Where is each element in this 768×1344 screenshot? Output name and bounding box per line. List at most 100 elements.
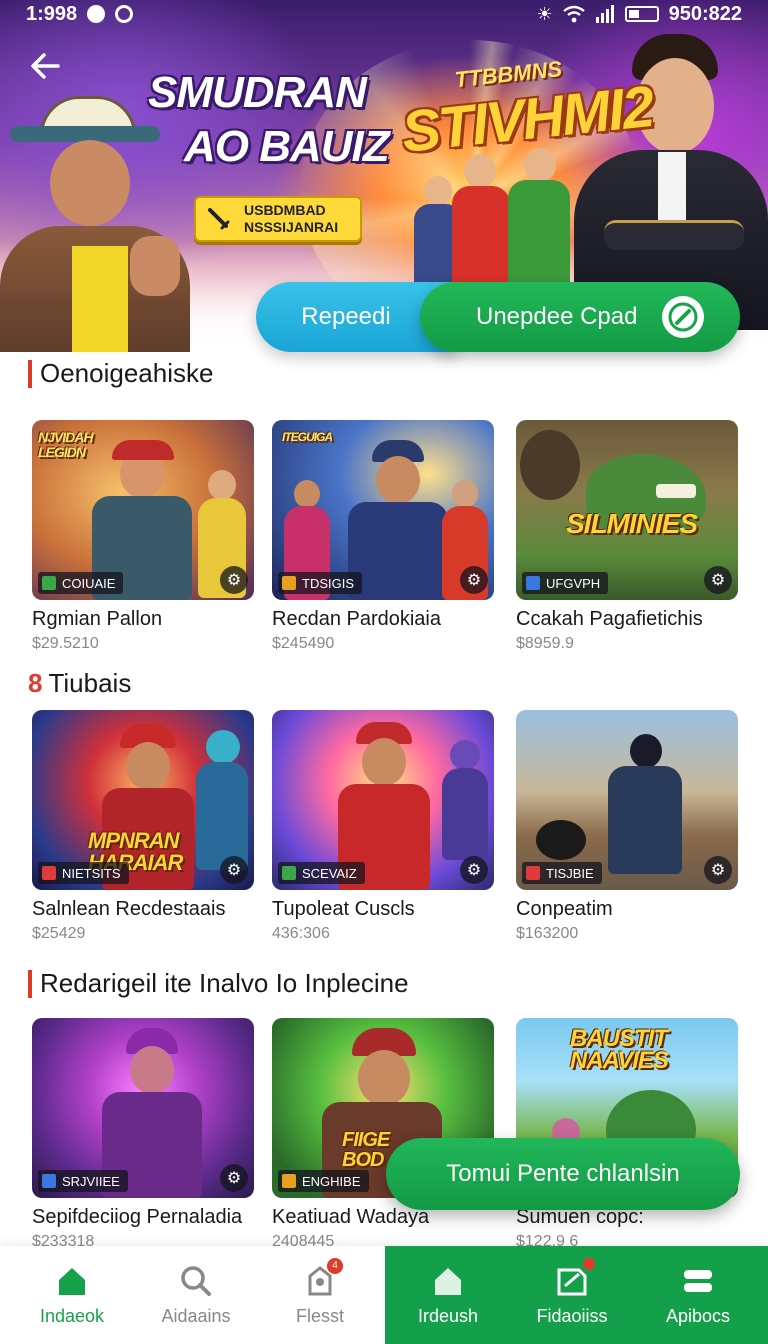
badge-icon	[42, 866, 56, 880]
game-badge: UFGVPH	[522, 572, 609, 594]
nav-item-search[interactable]: Aidaains	[134, 1246, 258, 1344]
game-price: $163200	[516, 925, 579, 942]
notification-badge	[583, 1257, 595, 1270]
game-title: Recdan Pardokiaia	[272, 608, 441, 630]
battery-icon	[624, 6, 659, 22]
hero-cta-group: Repeedi Unepdee Cpad	[256, 282, 740, 352]
nav-label: Irdeush	[417, 1305, 479, 1326]
tickets-icon	[555, 1257, 595, 1298]
game-price: $25429	[32, 925, 86, 942]
menu-icon	[684, 1269, 712, 1292]
nav-item-home[interactable]: Indaeok	[10, 1246, 134, 1344]
game-thumbnail[interactable]: NJVIDAH LEGIDN COIUAIE ⚙	[32, 420, 254, 600]
game-card[interactable]: SILMINIES UFGVPH ⚙ Ccakah Pagafietichis …	[516, 420, 738, 653]
game-price: $245490	[272, 635, 335, 652]
nav-label: Fidaoiiss	[536, 1305, 608, 1326]
settings-icon[interactable]: ⚙	[704, 856, 732, 884]
badge-icon	[42, 576, 56, 590]
section-marker	[28, 969, 32, 998]
game-title: Rgmian Pallon	[32, 608, 163, 630]
game-card[interactable]: MPNRAN HARAIAR NIETSITS ⚙ Salnlean Recde…	[32, 710, 254, 943]
nav-label: Apibocs	[665, 1305, 731, 1326]
update-card-button[interactable]: Unepdee Cpad	[420, 282, 740, 352]
game-badge: SRJVIIEE	[38, 1170, 128, 1192]
game-logo-text: SILMINIES	[566, 508, 698, 539]
nav-item-tickets[interactable]: Fidaoiiss	[510, 1246, 634, 1344]
status-bar: 1:998 ☀ 950:822	[0, 0, 768, 28]
game-card[interactable]: NJVIDAH LEGIDN COIUAIE ⚙ Rgmian Pallon $…	[32, 420, 254, 653]
settings-icon[interactable]: ⚙	[460, 566, 488, 594]
section-title-text: Tiubais	[48, 668, 132, 698]
game-title: Sepifdeciiog Pernaladia	[32, 1206, 243, 1228]
signal-icon	[595, 5, 614, 23]
game-logo-text: NJVIDAH LEGIDN	[38, 429, 93, 460]
hero-tag-line1: USBDMBAD	[244, 202, 326, 218]
game-card[interactable]: SCEVAIZ ⚙ Tupoleat Cuscls 436:306	[272, 710, 494, 943]
game-badge: NIETSITS	[38, 862, 129, 884]
badge-icon	[42, 1174, 56, 1188]
nav-label: Flesst	[295, 1305, 344, 1326]
game-price: $8959.9	[516, 635, 574, 652]
section-title-text: Redarigeil ite Inalvo Io Inplecine	[40, 968, 409, 998]
settings-icon[interactable]: ⚙	[704, 566, 732, 594]
badge-icon	[282, 866, 296, 880]
hero-tag-line2: NSSSIJANRAI	[244, 219, 339, 235]
clock: 1:998	[26, 2, 78, 25]
nav-item-menu[interactable]: Apibocs	[636, 1246, 760, 1344]
section-title-1: Oenoigeahiske	[28, 358, 213, 389]
back-arrow-icon[interactable]	[26, 46, 66, 86]
creature-art	[536, 820, 586, 860]
game-thumbnail[interactable]: ITEGUIGA TDSIGIS ⚙	[272, 420, 494, 600]
badge-label: SCEVAIZ	[302, 865, 357, 881]
game-title: Ccakah Pagafietichis	[516, 608, 703, 630]
creature-art	[520, 430, 580, 500]
game-title: Salnlean Recdestaais	[32, 898, 226, 920]
character-art	[440, 740, 490, 860]
home-outline-icon	[435, 1267, 461, 1295]
hero-tag: USBDMBAD NSSSIJANRAI	[194, 196, 362, 242]
floating-action-button[interactable]: Tomui Pente chlanlsin	[386, 1138, 740, 1210]
badge-icon	[282, 576, 296, 590]
notification-badge: 4	[327, 1257, 343, 1274]
game-logo-text: ITEGUIGA	[282, 430, 333, 444]
game-badge: COIUAIE	[38, 572, 124, 594]
game-title: Tupoleat Cuscls	[272, 898, 415, 920]
badge-label: NIETSITS	[62, 865, 121, 881]
notifications-icon: 4	[303, 1257, 343, 1298]
badge-label: ENGHIBE	[302, 1173, 361, 1189]
notification-icon	[87, 5, 106, 23]
bottom-navigation: Indaeok Aidaains 4 Flesst Irdeush Fidaoi…	[0, 1246, 768, 1344]
game-card[interactable]: SRJVIIEE ⚙ Sepifdeciiog Pernaladia $2333…	[32, 1018, 254, 1251]
nav-item-home-outline[interactable]: Irdeush	[386, 1246, 510, 1344]
game-card[interactable]: TISJBIE ⚙ Conpeatim $163200	[516, 710, 738, 943]
game-thumbnail[interactable]: MPNRAN HARAIAR NIETSITS ⚙	[32, 710, 254, 890]
section-title-text: Oenoigeahiske	[40, 358, 214, 388]
game-thumbnail[interactable]: TISJBIE ⚙	[516, 710, 738, 890]
settings-icon[interactable]: ⚙	[220, 1164, 248, 1192]
update-card-label: Unepdee Cpad	[476, 303, 638, 330]
hero-character-group	[404, 146, 604, 286]
game-thumbnail[interactable]: SILMINIES UFGVPH ⚙	[516, 420, 738, 600]
badge-icon	[526, 866, 540, 880]
wifi-icon	[562, 5, 585, 23]
hero-title-left: SMUDRAN AO BAUIZ	[148, 66, 390, 174]
badge-label: COIUAIE	[62, 575, 116, 591]
nav-item-notifications[interactable]: 4 Flesst	[258, 1246, 382, 1344]
settings-icon[interactable]: ⚙	[220, 566, 248, 594]
settings-icon[interactable]: ⚙	[460, 856, 488, 884]
game-thumbnail[interactable]: SCEVAIZ ⚙	[272, 710, 494, 890]
badge-label: SRJVIIEE	[62, 1173, 120, 1189]
game-title: Conpeatim	[516, 898, 613, 920]
game-card[interactable]: ITEGUIGA TDSIGIS ⚙ Recdan Pardokiaia $24…	[272, 420, 494, 653]
game-badge: TISJBIE	[522, 862, 602, 884]
game-badge: TDSIGIS	[278, 572, 363, 594]
game-thumbnail[interactable]: SRJVIIEE ⚙	[32, 1018, 254, 1198]
badge-icon	[282, 1174, 296, 1188]
game-card[interactable]: BAUSTIT NAAVIES Sumuen copc: $122.9 6	[516, 1018, 738, 1251]
game-price: $29.5210	[32, 635, 99, 652]
sword-icon	[208, 208, 230, 230]
game-card[interactable]: FIIGE BOD ENGHIBE Keatiuad Wadaya 240844…	[272, 1018, 494, 1251]
settings-icon[interactable]: ⚙	[220, 856, 248, 884]
game-badge: SCEVAIZ	[278, 862, 365, 884]
brightness-icon: ☀	[536, 3, 553, 24]
